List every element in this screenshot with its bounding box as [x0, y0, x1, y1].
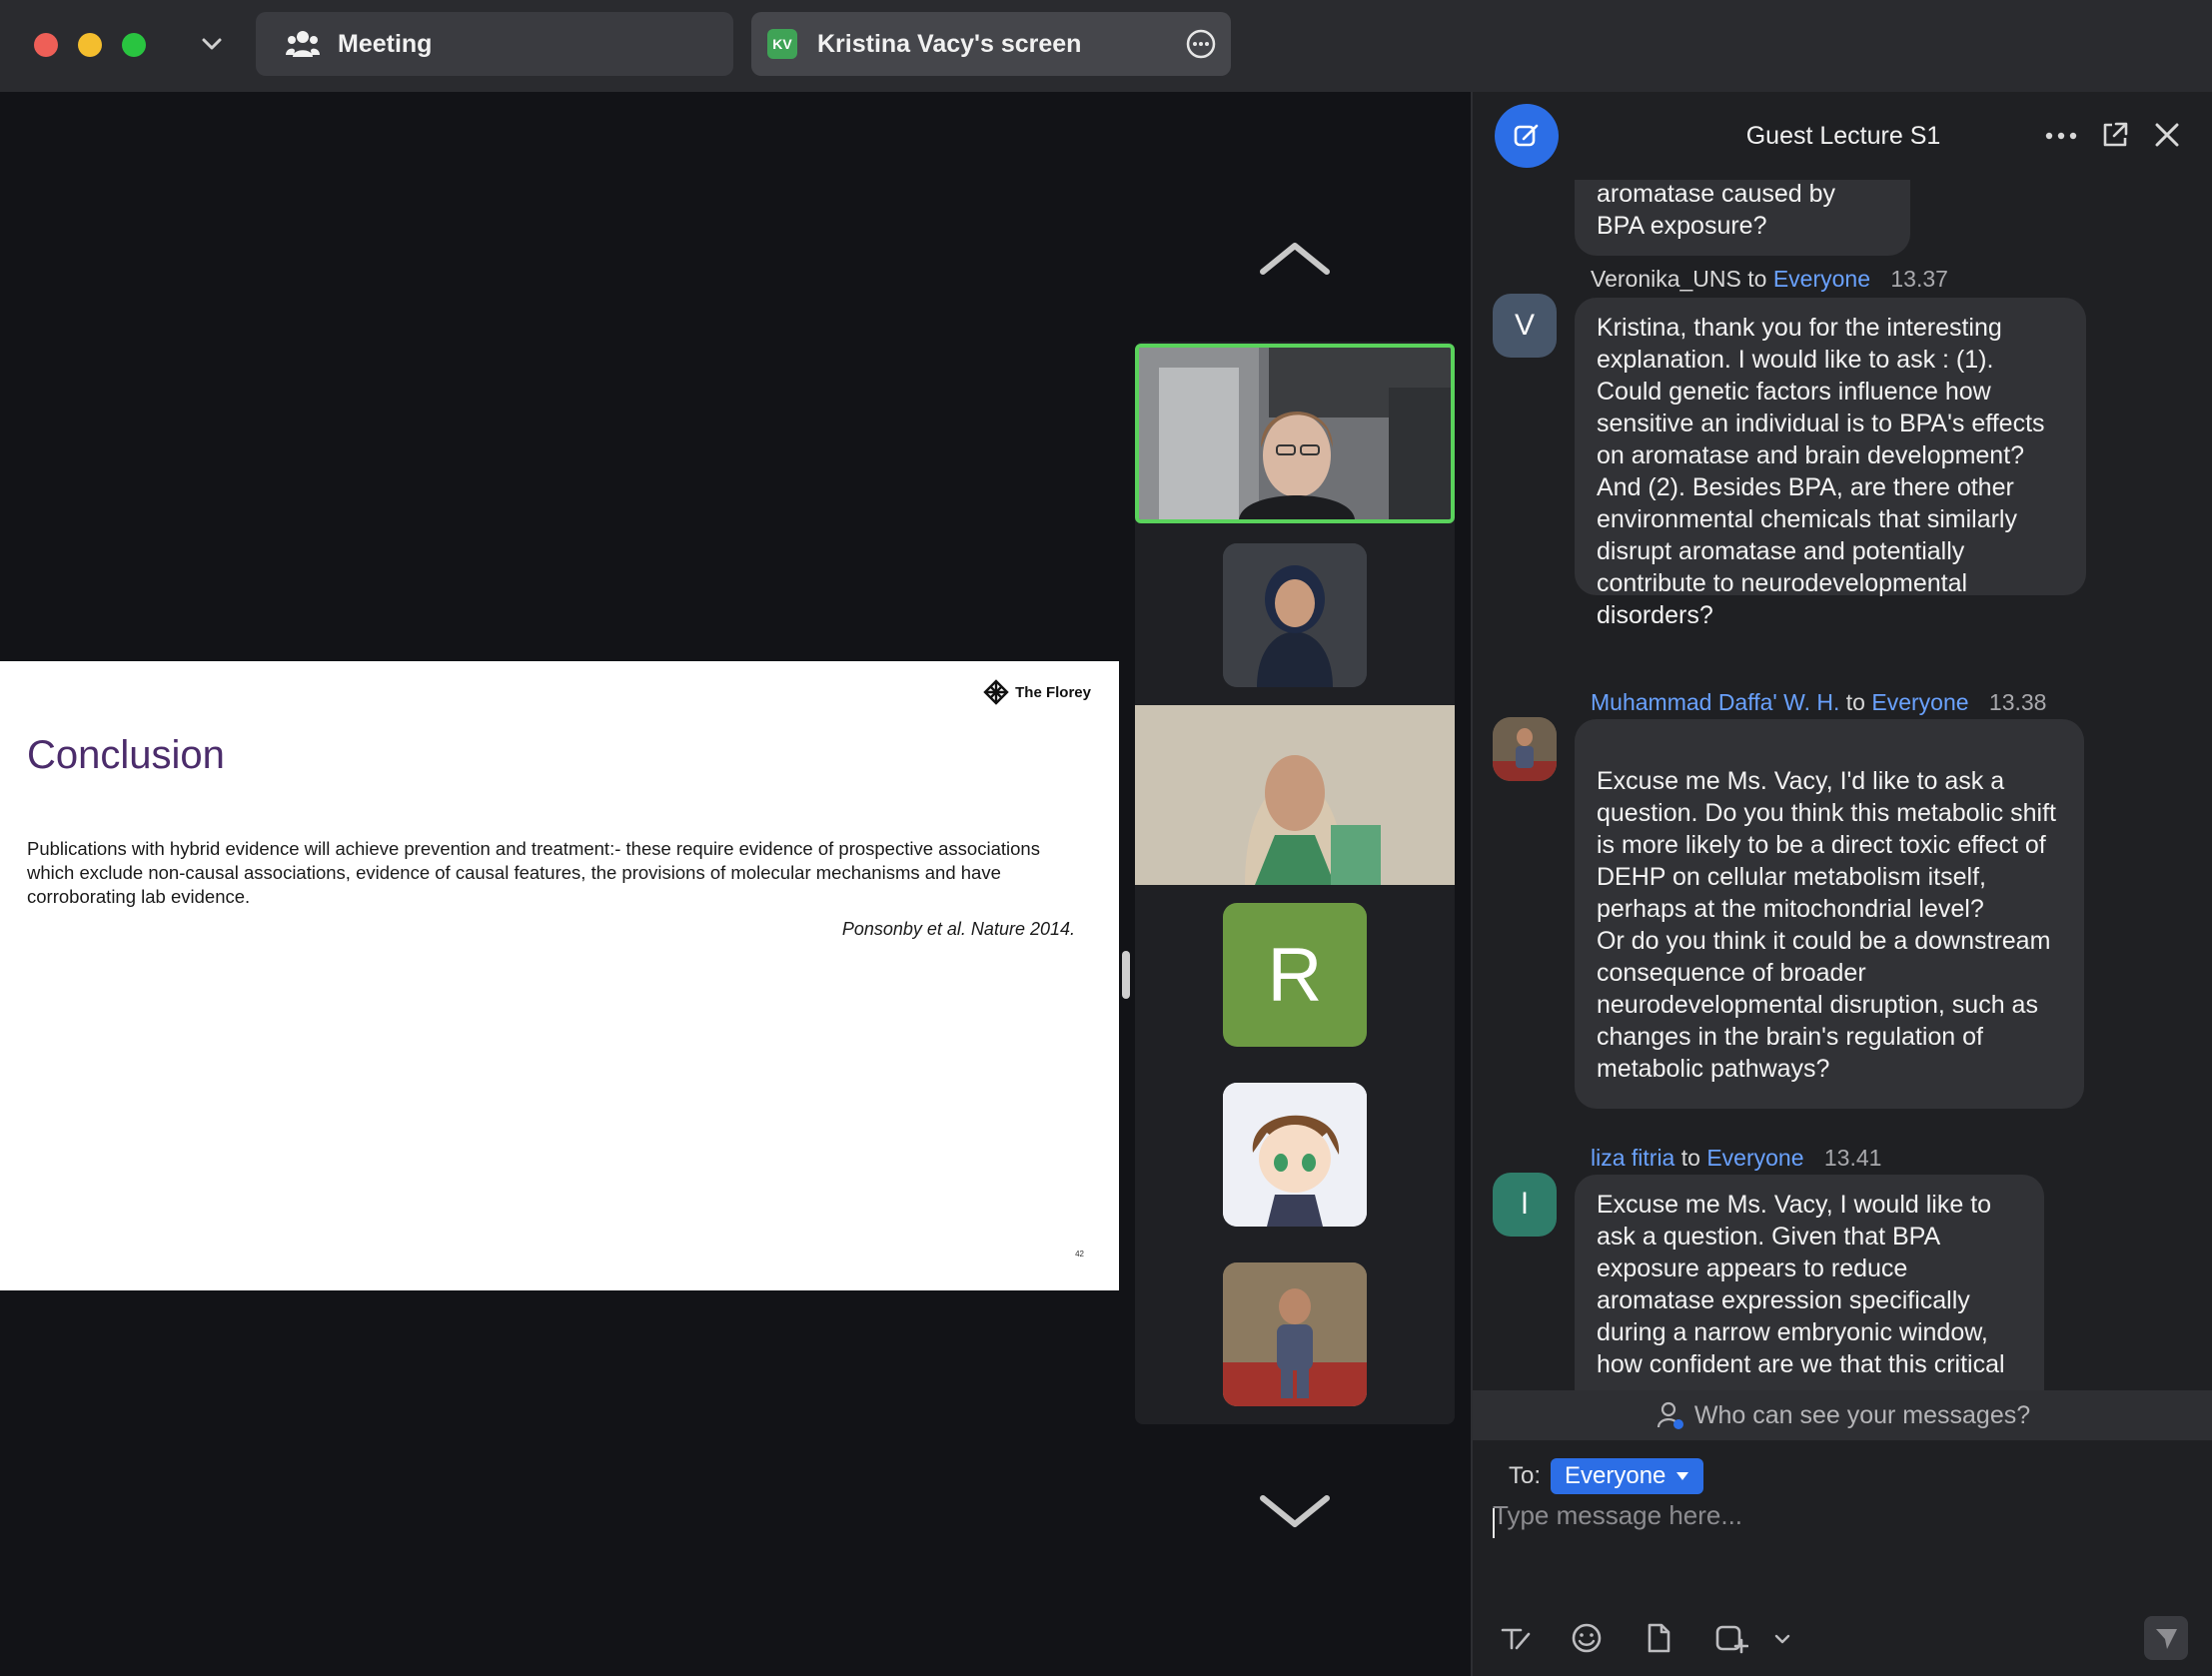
chat-message-bubble: Excuse me Ms. Vacy, I'd like to ask a qu… — [1575, 719, 2084, 1109]
slide-logo-text: The Florey — [1015, 683, 1091, 701]
message-time: 13.38 — [1988, 689, 2047, 715]
people-icon — [286, 31, 320, 57]
recipient-link[interactable]: Everyone — [1773, 266, 1870, 292]
avatar-photo — [1493, 717, 1557, 781]
tab-shared-screen[interactable]: KV Kristina Vacy's screen — [751, 12, 1231, 76]
speaker-video-frame — [1139, 348, 1451, 519]
format-text-icon[interactable] — [1497, 1620, 1533, 1656]
tab-shared-screen-label: Kristina Vacy's screen — [817, 29, 1082, 58]
file-icon[interactable] — [1641, 1620, 1676, 1656]
participant-photo — [1223, 1083, 1367, 1227]
message-input[interactable] — [1493, 1500, 2192, 1610]
sender-avatar[interactable]: l — [1493, 1173, 1557, 1237]
recipient-link[interactable]: Everyone — [1871, 689, 1968, 715]
participant-avatar-photo[interactable] — [1223, 1262, 1367, 1406]
chat-header: Guest Lecture S1 — [1473, 92, 2212, 180]
participant-avatar-photo[interactable] — [1223, 543, 1367, 687]
resize-handle[interactable] — [1122, 951, 1130, 999]
chat-message-text: Excuse me Ms. Vacy, I would like to ask … — [1597, 1191, 2005, 1378]
chat-message-bubble: Excuse me Ms. Vacy, I would like to ask … — [1575, 1175, 2044, 1390]
chat-message-text: Excuse me Ms. Vacy, I'd like to ask a qu… — [1597, 767, 2056, 1083]
participant-photo — [1223, 543, 1367, 687]
chat-message-bubble: aromatase caused by BPA exposure? — [1575, 180, 1910, 256]
slide-citation: Ponsonby et al. Nature 2014. — [841, 919, 1075, 939]
recipient-dropdown[interactable]: Everyone — [1551, 1458, 1704, 1494]
popout-icon[interactable] — [2100, 120, 2130, 150]
emoji-icon[interactable] — [1569, 1620, 1605, 1656]
screenshot-icon[interactable] — [1712, 1620, 1748, 1656]
to-word: to — [1747, 266, 1767, 292]
slide-logo: The Florey — [983, 679, 1091, 705]
chat-message-text: Kristina, thank you for the interesting … — [1597, 314, 2045, 629]
participant-video[interactable] — [1135, 705, 1455, 885]
participant-avatar-photo[interactable] — [1223, 1083, 1367, 1227]
to-label: To: — [1509, 1462, 1542, 1489]
slide-title: Conclusion — [27, 733, 225, 777]
chat-message-meta: Veronika_UNS to Everyone 13.37 — [1591, 266, 1948, 293]
chat-message-list: aromatase caused by BPA exposure? Veroni… — [1473, 180, 2212, 1390]
participant-video-frame — [1135, 705, 1455, 885]
message-privacy-button[interactable]: Who can see your messages? — [1473, 1390, 2212, 1440]
slide-page-number: 42 — [1075, 1250, 1084, 1258]
sender-avatar[interactable]: V — [1493, 294, 1557, 358]
privacy-text: Who can see your messages? — [1693, 1400, 2031, 1429]
chat-message-meta: Muhammad Daffa' W. H. to Everyone 13.38 — [1591, 689, 2046, 716]
text-cursor — [1493, 1508, 1495, 1538]
message-time: 13.37 — [1890, 266, 1948, 292]
close-icon[interactable] — [2152, 120, 2182, 150]
chat-message-text: aromatase caused by BPA exposure? — [1597, 180, 1836, 240]
sender-name[interactable]: liza fitria — [1591, 1145, 1674, 1171]
person-privacy-icon — [1657, 1401, 1683, 1429]
chat-message-bubble: Kristina, thank you for the interesting … — [1575, 298, 2086, 629]
avatar-initial: l — [1521, 1188, 1529, 1221]
participant-initial-avatar[interactable]: R — [1223, 903, 1367, 1047]
chevron-down-icon[interactable] — [198, 30, 226, 58]
slide-body: Publications with hybrid evidence will a… — [27, 838, 1040, 907]
send-icon — [2156, 1629, 2177, 1649]
send-button[interactable] — [2144, 1616, 2188, 1660]
chevron-down-icon[interactable] — [1259, 1490, 1331, 1530]
more-icon[interactable] — [2044, 124, 2078, 148]
maximize-window-button[interactable] — [122, 33, 146, 57]
chat-message-meta: liza fitria to Everyone 13.41 — [1591, 1145, 1881, 1172]
recipient-value: Everyone — [1565, 1462, 1666, 1489]
recipient-link[interactable]: Everyone — [1706, 1145, 1803, 1171]
florey-logo-icon — [983, 679, 1009, 705]
caret-down-icon — [1676, 1472, 1689, 1480]
sender-name[interactable]: Muhammad Daffa' W. H. — [1591, 689, 1839, 715]
chat-panel: Guest Lecture S1 aromatase caused by BPA… — [1471, 92, 2212, 1676]
to-word: to — [1680, 1145, 1700, 1171]
participant-initial: R — [1267, 932, 1323, 1018]
participant-photo — [1223, 1262, 1367, 1406]
more-options-icon[interactable] — [1185, 28, 1217, 60]
chevron-down-icon[interactable] — [1770, 1620, 1794, 1656]
tab-meeting[interactable]: Meeting — [256, 12, 733, 76]
title-bar: Meeting KV Kristina Vacy's screen — [0, 0, 2212, 92]
avatar-initial: V — [1514, 309, 1535, 342]
presentation-slide: The Florey Conclusion Publications with … — [0, 661, 1119, 1290]
participant-video-active-speaker[interactable] — [1135, 344, 1455, 523]
close-window-button[interactable] — [34, 33, 58, 57]
sender-avatar-photo[interactable] — [1493, 717, 1557, 781]
minimize-window-button[interactable] — [78, 33, 102, 57]
tab-meeting-label: Meeting — [338, 29, 433, 58]
presenter-badge: KV — [767, 29, 797, 59]
message-time: 13.41 — [1823, 1145, 1882, 1171]
participant-gallery: R — [1135, 342, 1455, 1424]
recipient-row: To: Everyone — [1509, 1458, 1704, 1494]
sender-name: Veronika_UNS — [1591, 266, 1741, 292]
to-word: to — [1845, 689, 1865, 715]
chevron-up-icon[interactable] — [1259, 238, 1331, 278]
